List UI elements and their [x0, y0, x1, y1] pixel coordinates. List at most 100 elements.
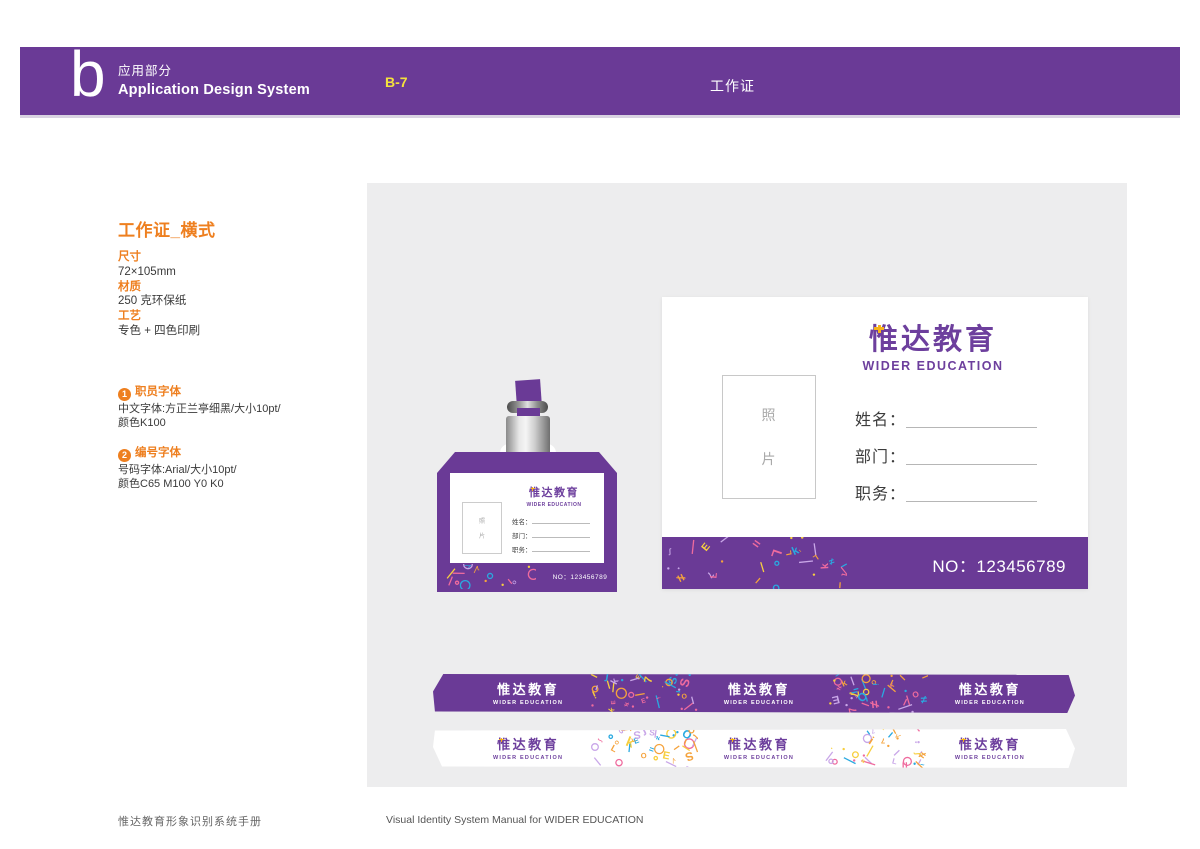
header-bar: b 应用部分 Application Design System B-7 工作证	[20, 47, 1180, 118]
svg-text:=: =	[749, 537, 764, 552]
spec-value: 72×105mm	[118, 265, 200, 280]
spec-list: 尺寸 72×105mm 材质 250 克环保纸 工艺 专色 + 四色印刷	[118, 250, 200, 339]
svg-text:7: 7	[642, 676, 655, 685]
svg-text:O: O	[681, 693, 688, 701]
badge-number: NO：123456789	[932, 552, 1066, 577]
logo-zh-text: 惟达教育	[497, 683, 559, 697]
field-label: 姓名：	[855, 406, 906, 432]
spec-value: 250 克环保纸	[118, 294, 200, 309]
logo-zh-text: 惟达教育	[959, 737, 1021, 752]
field-label: 部门：	[855, 443, 906, 469]
doodle-pattern: k7·∫LE√OL≠kLL=≠~	[662, 537, 847, 589]
svg-text:7: 7	[847, 706, 860, 713]
field-row-name: 姓名：	[855, 395, 1037, 432]
field-row-department: 部门：	[512, 526, 590, 540]
badge-number-label: NO：	[553, 574, 571, 581]
font-notes: 1职员字体 中文字体:方正兰亭细黑/大小10pt/ 颜色K100 2编号字体 号…	[118, 386, 281, 508]
svg-text:L: L	[708, 572, 720, 579]
font-note-line: 颜色C65 M100 Y0 K0	[118, 478, 281, 492]
photo-char: 照	[479, 516, 485, 525]
svg-text:E: E	[831, 693, 841, 706]
logo-zh-text: 惟达教育	[529, 487, 579, 499]
badge-fields: 姓名： 部门： 职务：	[855, 395, 1037, 506]
header-title-block: 应用部分 Application Design System	[118, 60, 310, 98]
badge-number-value: 123456789	[570, 574, 607, 581]
brand-logo-strip: 惟达教育 WIDER EDUCATION	[724, 736, 794, 761]
header-title-zh: 应用部分	[118, 60, 310, 79]
svg-text:≠: ≠	[654, 735, 662, 742]
photo-placeholder: 照 片	[722, 375, 816, 499]
field-label: 姓名：	[512, 516, 532, 526]
badge-number-label: NO：	[932, 557, 976, 576]
logo-en: WIDER EDUCATION	[493, 755, 563, 761]
svg-text:·: ·	[658, 685, 667, 688]
doodle-pattern: O≠kiEL≠LOk√77O≠	[820, 674, 928, 713]
spec-title: 工作证_横式	[118, 216, 215, 241]
footer-title-zh: 惟达教育形象识别系统手册	[118, 813, 262, 829]
logo-zh-text: 惟达教育	[728, 683, 790, 697]
font-note: 2编号字体 号码字体:Arial/大小10pt/ 颜色C65 M100 Y0 K…	[118, 447, 281, 491]
spec-label: 尺寸	[118, 250, 200, 265]
svg-text:≠: ≠	[867, 699, 883, 709]
photo-placeholder-small: 照 片	[462, 502, 502, 554]
field-underline	[532, 551, 591, 552]
spec-label: 工艺	[118, 309, 200, 324]
lanyard-strip-white: 惟达教育 WIDER EDUCATION LOLS√O7∫E≠SSk∫=∫SEO…	[433, 729, 1075, 768]
badge-number-small: NO：123456789	[520, 571, 640, 581]
logo-en: WIDER EDUCATION	[493, 700, 563, 706]
font-note-title: 1职员字体	[118, 386, 281, 401]
vi-manual-page: { "header": { "letter": "b", "title_zh":…	[0, 0, 1200, 849]
brand-logo-strip: 惟达教育 WIDER EDUCATION	[493, 681, 563, 706]
svg-text:k: k	[606, 705, 616, 713]
note-number-icon: 2	[118, 449, 131, 462]
brand-logo-strip: 惟达教育 WIDER EDUCATION	[493, 736, 563, 761]
svg-text:√: √	[473, 564, 480, 574]
svg-text:·: ·	[672, 564, 684, 573]
logo-en: WIDER EDUCATION	[955, 700, 1025, 706]
svg-text:L: L	[892, 757, 899, 767]
font-note-title: 2 编号字体	[118, 447, 281, 462]
font-note-line: 颜色K100	[118, 417, 281, 431]
svg-text:E: E	[700, 541, 713, 553]
svg-text:L: L	[784, 549, 794, 556]
brand-logo: 惟达教育 WIDER EDUCATION	[858, 324, 1008, 373]
brand-logo-small: 惟达教育 WIDER EDUCATION	[512, 483, 596, 508]
badge-number-value: 123456789	[976, 557, 1066, 576]
work-badge-card: 惟达教育 WIDER EDUCATION 照 片 姓名： 部门： 职务： k7·…	[662, 297, 1088, 589]
svg-text:≠: ≠	[622, 699, 630, 709]
svg-text:i: i	[867, 735, 877, 748]
svg-text:S: S	[683, 748, 695, 764]
spec-label: 材质	[118, 280, 200, 295]
logo-en: WIDER EDUCATION	[955, 755, 1025, 761]
page-code: B-7	[385, 74, 408, 90]
svg-text:∫: ∫	[668, 548, 672, 557]
field-row-department: 部门：	[855, 432, 1037, 469]
field-label: 职务：	[855, 480, 906, 506]
svg-text:E: E	[661, 749, 670, 762]
svg-text:L: L	[768, 548, 785, 561]
svg-text:≠: ≠	[673, 571, 690, 584]
font-note-line: 中文字体:方正兰亭细黑/大小10pt/	[118, 403, 281, 417]
logo-zh: 惟达教育	[529, 487, 579, 499]
svg-text:≠: ≠	[921, 694, 928, 706]
note-title-text: 编号字体	[135, 447, 181, 459]
field-underline	[906, 427, 1037, 428]
badge-mockup-card: 惟达教育 WIDER EDUCATION 照 片 姓名： 部门： 职务：	[450, 473, 604, 563]
logo-zh-text: 惟达教育	[728, 737, 790, 752]
font-note: 1职员字体 中文字体:方正兰亭细黑/大小10pt/ 颜色K100	[118, 386, 281, 430]
logo-en: WIDER EDUCATION	[724, 700, 794, 706]
logo-en: WIDER EDUCATION	[858, 359, 1008, 373]
badge-fields-small: 姓名： 部门： 职务：	[512, 512, 590, 554]
footer-title-en: Visual Identity System Manual for WIDER …	[386, 814, 644, 826]
field-row-name: 姓名：	[512, 512, 590, 526]
logo-zh: 惟达教育	[869, 324, 997, 357]
logo-zh-text: 惟达教育	[959, 683, 1021, 697]
photo-char: 片	[479, 531, 485, 540]
svg-text:7: 7	[881, 736, 885, 745]
field-underline	[906, 501, 1037, 502]
logo-zh: 惟达教育	[497, 738, 559, 752]
field-label: 部门：	[512, 530, 532, 540]
svg-text:E: E	[610, 700, 617, 705]
field-label: 职务：	[512, 544, 532, 554]
note-title-text: 职员字体	[135, 386, 181, 398]
